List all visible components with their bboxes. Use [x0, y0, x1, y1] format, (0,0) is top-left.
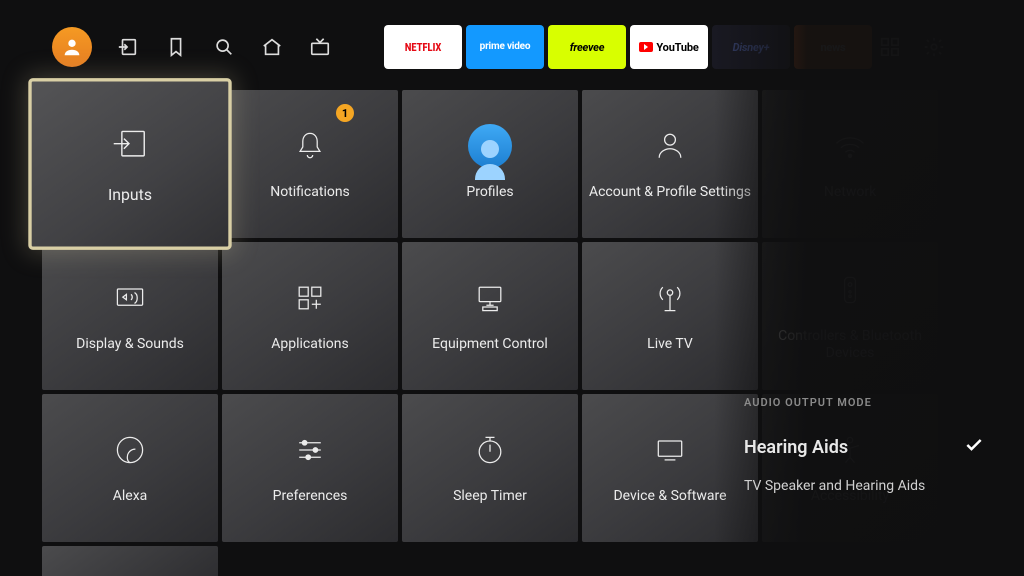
notification-badge: 1	[336, 104, 354, 122]
settings-icon[interactable]	[922, 35, 946, 59]
popup-option-tv-speaker[interactable]: TV Speaker and Hearing Aids	[744, 472, 984, 500]
app-news[interactable]: news	[794, 25, 872, 69]
popup-option-hearing-aids[interactable]: Hearing Aids	[744, 429, 984, 466]
tile-label: Sleep Timer	[447, 488, 533, 506]
app-youtube[interactable]: YouTube	[630, 25, 708, 69]
tile-device[interactable]: Device & Software	[582, 394, 758, 542]
youtube-icon	[639, 42, 653, 52]
app-disney[interactable]: Disney+	[712, 25, 790, 69]
nav-trailing	[878, 35, 946, 59]
apps-icon	[292, 278, 328, 318]
tile-equipment[interactable]: Equipment Control	[402, 242, 578, 390]
equipment-icon	[472, 278, 508, 318]
tile-label: Controllers & Bluetooth Devices	[762, 328, 938, 363]
tile-label: Preferences	[267, 488, 354, 506]
tile-inputs[interactable]: Inputs	[31, 80, 230, 247]
bookmark-icon[interactable]	[164, 35, 188, 59]
nav-icon-rail	[42, 27, 332, 67]
search-icon[interactable]	[212, 35, 236, 59]
remote-icon	[832, 270, 868, 310]
tile-applications[interactable]: Applications	[222, 242, 398, 390]
tile-notifications[interactable]: 1 Notifications	[222, 90, 398, 238]
input-icon[interactable]	[116, 35, 140, 59]
live-tv-icon[interactable]	[308, 35, 332, 59]
timer-icon	[472, 430, 508, 470]
bell-icon	[292, 126, 328, 166]
input-icon	[110, 121, 151, 166]
popup-option-label: Hearing Aids	[744, 437, 848, 458]
top-nav: NETFLIX prime video freevee YouTube Disn…	[42, 22, 982, 72]
home-icon[interactable]	[260, 35, 284, 59]
tile-label: Display & Sounds	[70, 336, 190, 354]
settings-grid: Inputs 1 Notifications Profiles Account …	[42, 90, 938, 576]
tile-label: Device & Software	[607, 488, 732, 506]
profile-avatar[interactable]	[52, 27, 92, 67]
antenna-icon	[652, 278, 688, 318]
tile-preferences[interactable]: Preferences	[222, 394, 398, 542]
popup-option-label: TV Speaker and Hearing Aids	[744, 478, 925, 494]
tile-label: Live TV	[641, 336, 699, 354]
nav-app-row: NETFLIX prime video freevee YouTube Disn…	[384, 25, 872, 69]
audio-output-popup: AUDIO OUTPUT MODE Hearing Aids TV Speake…	[744, 396, 984, 500]
apps-grid-icon[interactable]	[878, 35, 902, 59]
tile-display-sounds[interactable]: Display & Sounds	[42, 242, 218, 390]
app-primevideo[interactable]: prime video	[466, 25, 544, 69]
tile-network[interactable]: Network	[762, 90, 938, 238]
tile-label: Network	[818, 184, 882, 202]
tile-label: Profiles	[460, 184, 519, 202]
tile-label: Notifications	[264, 184, 356, 202]
alexa-icon	[112, 430, 148, 470]
sliders-icon	[292, 430, 328, 470]
app-youtube-label: YouTube	[656, 41, 698, 54]
tile-label: Alexa	[107, 488, 154, 506]
tile-label: Inputs	[101, 187, 159, 207]
profile-avatar-icon	[468, 126, 512, 166]
popup-header: AUDIO OUTPUT MODE	[744, 396, 984, 409]
app-netflix[interactable]: NETFLIX	[384, 25, 462, 69]
tile-label: Account & Profile Settings	[583, 184, 757, 202]
wifi-icon	[832, 126, 868, 166]
tile-stub[interactable]	[42, 546, 218, 576]
tile-account[interactable]: Account & Profile Settings	[582, 90, 758, 238]
tile-livetv[interactable]: Live TV	[582, 242, 758, 390]
tile-alexa[interactable]: Alexa	[42, 394, 218, 542]
check-icon	[964, 435, 984, 460]
tile-sleeptimer[interactable]: Sleep Timer	[402, 394, 578, 542]
account-icon	[652, 126, 688, 166]
display-icon	[112, 278, 148, 318]
app-freevee[interactable]: freevee	[548, 25, 626, 69]
tile-label: Applications	[265, 336, 355, 354]
tile-controllers[interactable]: Controllers & Bluetooth Devices	[762, 242, 938, 390]
tile-label: Equipment Control	[426, 336, 554, 354]
tile-profiles[interactable]: Profiles	[402, 90, 578, 238]
tv-icon	[652, 430, 688, 470]
